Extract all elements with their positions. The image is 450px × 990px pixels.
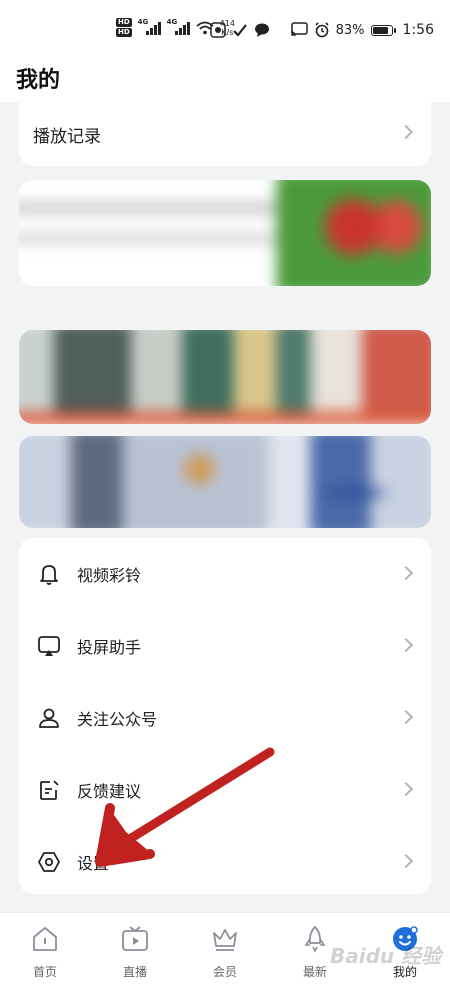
alarm-icon: [315, 22, 329, 38]
history-card[interactable]: 播放记录: [19, 100, 431, 166]
menu-item-label: 视频彩铃: [77, 566, 142, 585]
status-right: 83% 1:56: [209, 22, 434, 38]
menu-item-cast-assistant[interactable]: 投屏助手: [19, 610, 431, 682]
tab-label: 直播: [122, 965, 147, 979]
settings-icon: [38, 852, 60, 872]
header: 我的: [0, 60, 450, 102]
watermark: Baidu 经验: [330, 944, 442, 968]
tv-icon: [122, 926, 148, 951]
menu-item-follow-account[interactable]: 关注公众号: [19, 682, 431, 754]
menu-item-label: 投屏助手: [77, 638, 142, 657]
tab-vip[interactable]: 会员: [180, 913, 270, 990]
blurred-content: [19, 436, 431, 528]
menu-item-video-ringtone[interactable]: 视频彩铃: [19, 538, 431, 610]
history-label: 播放记录: [33, 127, 101, 147]
blurred-banner-2[interactable]: [19, 436, 431, 528]
clock: 1:56: [402, 22, 434, 38]
app-notification-icon: [209, 22, 226, 38]
menu-item-label: 反馈建议: [77, 782, 142, 801]
blurred-banner-1[interactable]: [19, 330, 431, 424]
home-icon: [33, 927, 57, 951]
tab-label: 会员: [212, 965, 237, 979]
blurred-content: [19, 180, 431, 286]
check-app-icon: [232, 24, 247, 37]
hd-badge: HD HD: [116, 18, 132, 37]
chevron-right-icon: [398, 124, 414, 140]
tab-live[interactable]: 直播: [90, 913, 180, 990]
feedback-icon: [40, 780, 59, 800]
chevron-right-icon: [398, 709, 414, 725]
signal-icon-2: 4G: [167, 18, 190, 35]
chevron-right-icon: [398, 565, 414, 581]
crown-icon: [213, 929, 237, 951]
person-icon: [39, 708, 59, 728]
page-title: 我的: [16, 68, 61, 93]
battery-icon: [370, 24, 396, 36]
tab-home[interactable]: 首页: [0, 913, 90, 990]
battery-percent: 83%: [335, 22, 365, 38]
blurred-video-card[interactable]: [19, 180, 431, 286]
rocket-icon: [304, 926, 326, 953]
chevron-right-icon: [398, 637, 414, 653]
chat-icon: [254, 23, 269, 37]
bell-icon: [40, 565, 58, 585]
menu-item-feedback[interactable]: 反馈建议: [19, 754, 431, 826]
cast-status-icon: [290, 22, 308, 37]
chevron-right-icon: [398, 781, 414, 797]
menu-item-label: 设置: [77, 854, 110, 873]
tab-label: 首页: [32, 965, 57, 979]
signal-icon: 4G: [138, 18, 161, 35]
status-bar: HD HD 4G 4G 414 K/s 83% 1:56: [0, 0, 450, 60]
cast-screen-icon: [38, 636, 60, 656]
menu-item-label: 关注公众号: [77, 710, 158, 729]
blurred-content: [19, 330, 431, 424]
chevron-right-icon: [398, 853, 414, 869]
menu-item-settings[interactable]: 设置: [19, 826, 431, 898]
menu-card: 视频彩铃 投屏助手 关注公众号 反馈建议 设置: [19, 538, 431, 894]
